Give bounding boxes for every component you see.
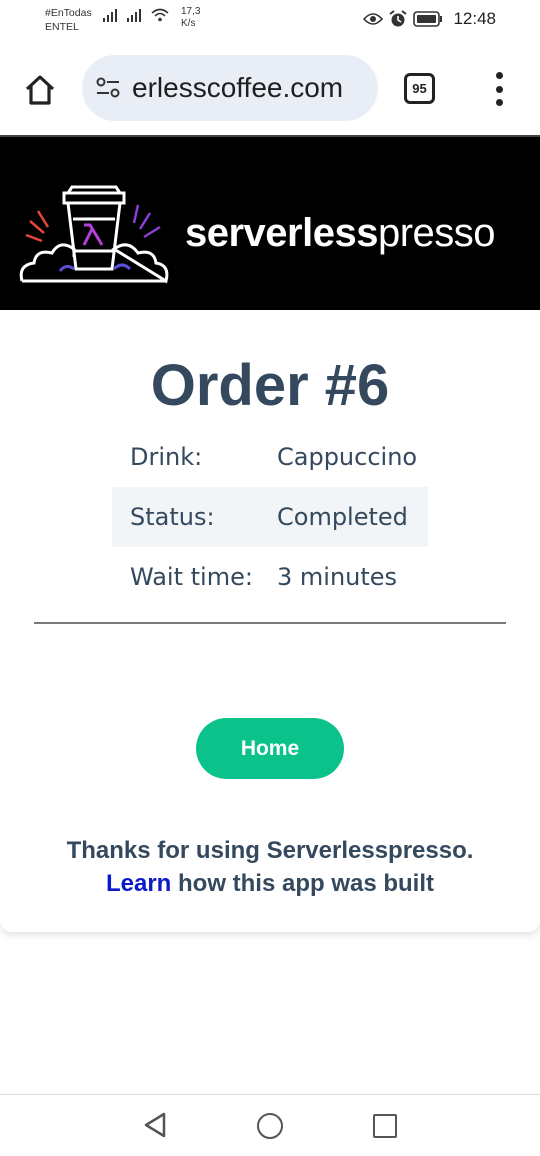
network-speed-value: 17,3 <box>181 6 201 17</box>
carrier-line-1: #EnTodas <box>45 7 92 19</box>
detail-label: Status: <box>130 503 215 531</box>
learn-line: Learn how this app was built <box>0 867 540 900</box>
menu-dot-icon <box>495 72 503 79</box>
thanks-text: Thanks for using Serverlesspresso. <box>66 837 474 864</box>
brand-bold: serverless <box>185 211 378 255</box>
address-bar[interactable]: erlesscoffee.com <box>82 55 378 121</box>
detail-label: Drink: <box>130 443 203 471</box>
section-divider <box>34 622 506 624</box>
eye-icon <box>363 13 384 25</box>
browser-menu-button[interactable] <box>492 72 506 106</box>
browser-home-button[interactable] <box>22 72 58 108</box>
network-speed-unit: K/s <box>181 18 196 29</box>
learn-link[interactable]: Learn <box>106 870 171 897</box>
detail-value: Cappuccino <box>277 443 418 471</box>
clock-time: 12:48 <box>453 9 496 28</box>
url-text[interactable]: erlesscoffee.com <box>132 72 343 104</box>
network-speed: 17,3 K/s <box>181 6 200 30</box>
wifi-icon <box>151 8 169 22</box>
brand-wordmark: serverlesspresso <box>185 211 496 256</box>
detail-row-drink: Drink: Cappuccino <box>112 427 428 487</box>
brand-light: presso <box>377 211 496 255</box>
status-icons-right: 12:48 <box>363 9 496 29</box>
menu-dot-icon <box>495 85 503 93</box>
signal-icon-2 <box>127 9 141 22</box>
detail-value: 3 minutes <box>277 563 398 591</box>
header-banner: serverlesspresso <box>0 137 540 310</box>
menu-dot-icon <box>495 99 503 106</box>
thanks-message: Thanks for using Serverlesspresso. Learn… <box>0 834 540 900</box>
back-icon[interactable] <box>143 1112 167 1138</box>
detail-row-wait-time: Wait time: 3 minutes <box>112 547 428 607</box>
detail-value: Completed <box>277 503 408 531</box>
order-card: Order #6 Drink: Cappuccino Status: Compl… <box>0 310 540 932</box>
home-button[interactable]: Home <box>196 718 344 779</box>
coffee-cup-logo-icon <box>19 185 169 284</box>
carrier-line-2: ENTEL <box>45 21 79 33</box>
order-title: Order #6 <box>150 353 390 418</box>
detail-row-status: Status: Completed <box>112 487 428 547</box>
site-settings-icon[interactable] <box>95 77 121 99</box>
recent-apps-icon[interactable] <box>373 1114 397 1138</box>
learn-line-rest: how this app was built <box>171 870 435 897</box>
detail-label: Wait time: <box>130 563 253 591</box>
alarm-icon <box>389 10 408 27</box>
home-icon <box>25 75 55 105</box>
order-details-table: Drink: Cappuccino Status: Completed Wait… <box>112 427 428 607</box>
tab-switcher-button[interactable]: 95 <box>404 73 435 104</box>
browser-toolbar: erlesscoffee.com 95 <box>0 42 540 136</box>
status-bar: #EnTodas ENTEL 17,3 K/s 12:48 <box>0 0 540 42</box>
battery-icon <box>413 11 443 27</box>
signal-icon <box>103 9 117 22</box>
carrier-label: #EnTodas ENTEL <box>45 6 92 34</box>
tab-count: 95 <box>412 81 427 96</box>
nav-home-icon[interactable] <box>257 1113 283 1139</box>
signal-icons <box>103 8 169 22</box>
system-nav-bar <box>0 1094 540 1156</box>
